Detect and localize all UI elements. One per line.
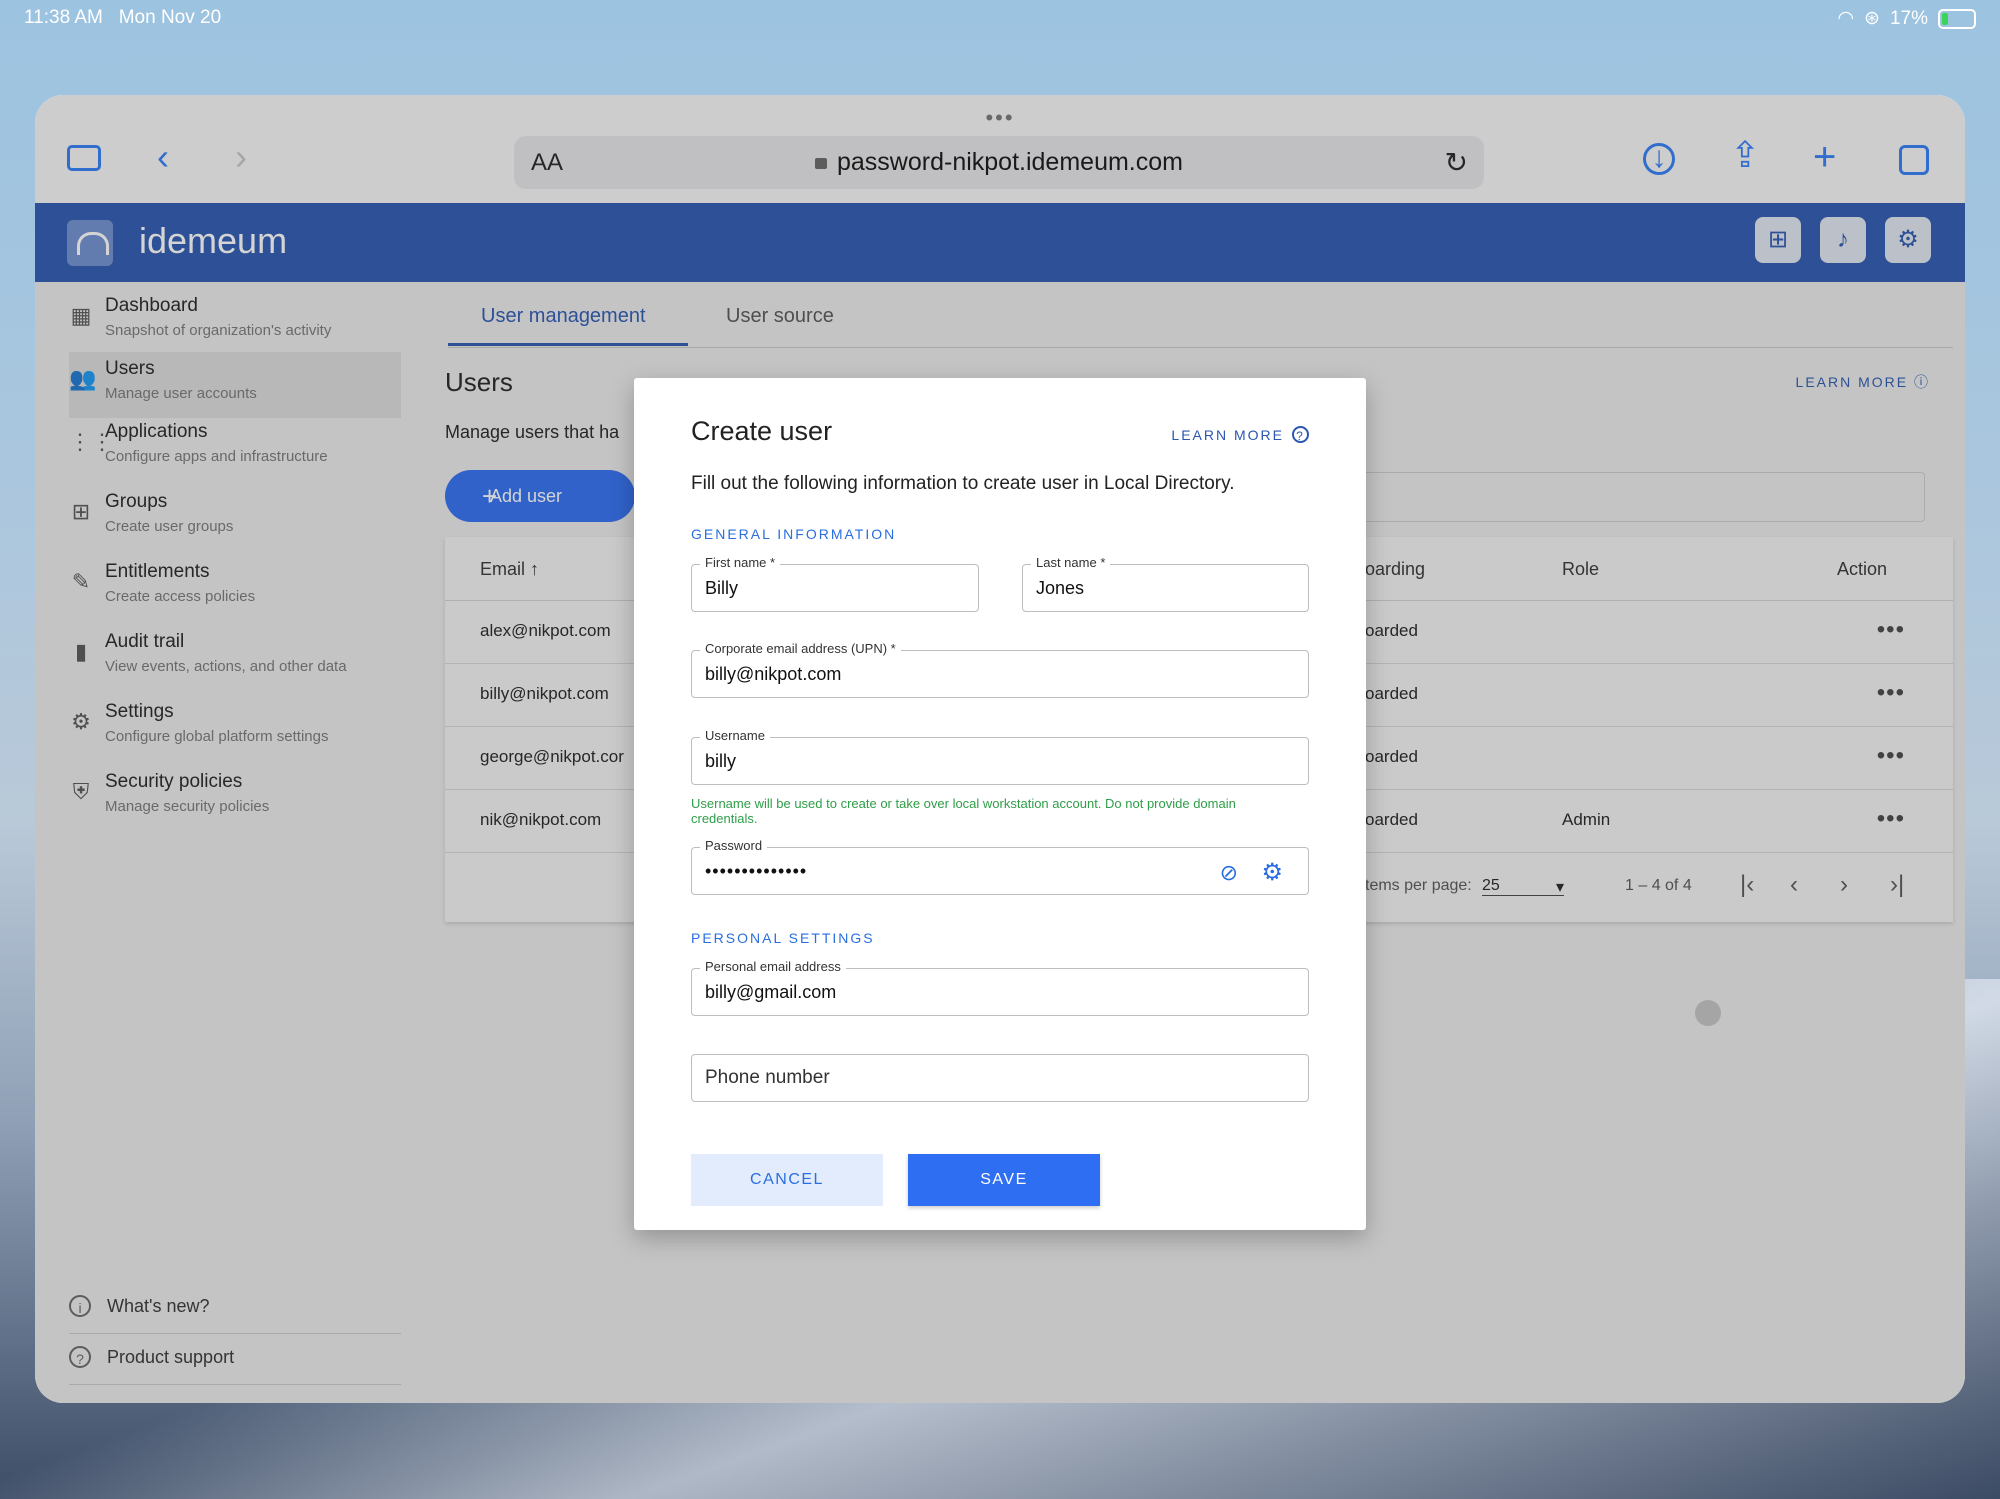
help-icon: ? xyxy=(1292,426,1309,443)
field-placeholder: Phone number xyxy=(705,1067,830,1088)
battery-icon xyxy=(1938,8,1976,29)
first-name-field[interactable]: First name * Billy xyxy=(691,555,979,612)
field-label: First name * xyxy=(700,555,781,570)
create-user-dialog: Create user LEARN MORE? Fill out the fol… xyxy=(634,378,1366,1230)
field-value: billy@nikpot.com xyxy=(705,664,842,684)
password-field[interactable]: Password •••••••••••••• ⊘ ⚙ xyxy=(691,838,1309,895)
password-generator-gear-icon[interactable]: ⚙ xyxy=(1261,858,1283,887)
learn-more-label: LEARN MORE xyxy=(1171,427,1284,443)
battery-percent: 17% xyxy=(1889,7,1928,29)
wifi-icon: ◠ xyxy=(1837,8,1855,29)
section-general-information: GENERAL INFORMATION xyxy=(691,526,897,542)
status-time: 11:38 AM xyxy=(24,7,103,28)
section-personal-settings: PERSONAL SETTINGS xyxy=(691,930,875,946)
field-label: Corporate email address (UPN) * xyxy=(700,641,901,656)
field-label: Last name * xyxy=(1031,555,1111,570)
last-name-field[interactable]: Last name * Jones xyxy=(1022,555,1309,612)
phone-number-field[interactable]: Phone number xyxy=(691,1054,1309,1102)
dialog-learn-more-link[interactable]: LEARN MORE? xyxy=(1171,426,1309,443)
hide-password-icon[interactable]: ⊘ xyxy=(1220,860,1238,886)
field-value: •••••••••••••• xyxy=(705,861,808,881)
status-date: Mon Nov 20 xyxy=(118,7,222,28)
username-hint: Username will be used to create or take … xyxy=(691,796,1236,826)
assistive-touch-button[interactable] xyxy=(1695,1000,1721,1026)
field-value: billy xyxy=(705,751,737,771)
cancel-button[interactable]: CANCEL xyxy=(691,1154,883,1206)
field-value: Billy xyxy=(705,578,739,598)
field-label: Password xyxy=(700,838,768,853)
field-label: Username xyxy=(700,728,770,743)
username-field[interactable]: Username billy xyxy=(691,728,1309,785)
orientation-lock-icon: ⊛ xyxy=(1864,8,1880,29)
status-bar: 11:38 AM Mon Nov 20 ◠ ⊛ 17% xyxy=(0,0,2000,36)
field-value: billy@gmail.com xyxy=(705,982,837,1002)
personal-email-field[interactable]: Personal email address billy@gmail.com xyxy=(691,959,1309,1016)
field-label: Personal email address xyxy=(700,959,846,974)
dialog-description: Fill out the following information to cr… xyxy=(691,473,1235,494)
corporate-email-field[interactable]: Corporate email address (UPN) * billy@ni… xyxy=(691,641,1309,698)
field-value: Jones xyxy=(1036,578,1085,598)
dialog-title: Create user xyxy=(691,416,833,446)
save-button[interactable]: SAVE xyxy=(908,1154,1100,1206)
